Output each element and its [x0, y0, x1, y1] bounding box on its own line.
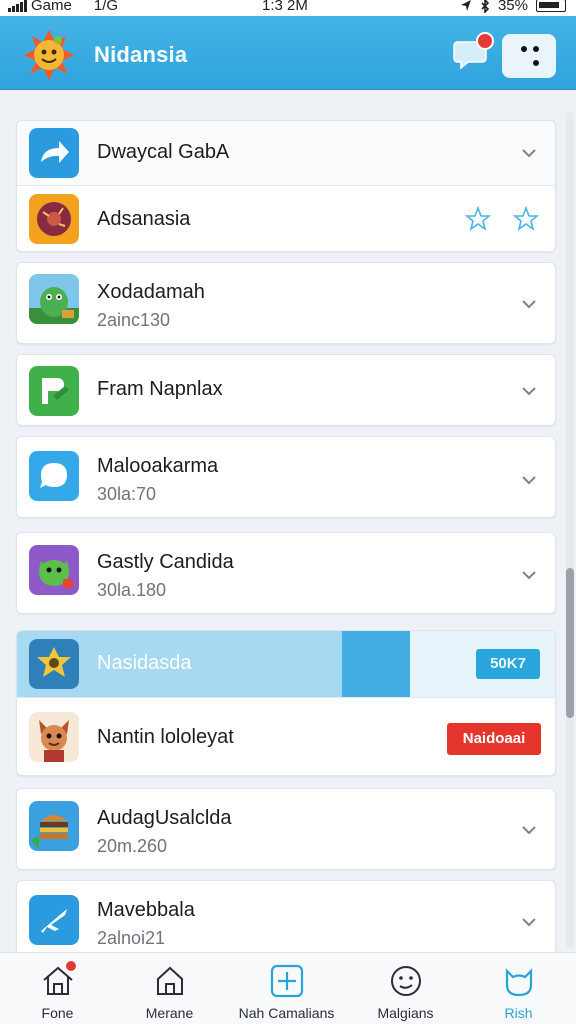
- bluetooth-icon: [481, 0, 490, 13]
- list-group: Fram Napnlax: [16, 354, 556, 426]
- status-time: 1:3 2M: [262, 0, 308, 14]
- list-item-subtitle: 20m.260: [97, 836, 168, 856]
- list-item-selected[interactable]: Nasidasda 50K7: [17, 631, 555, 697]
- chevron-down-icon[interactable]: [521, 917, 537, 927]
- cat-icon: [505, 968, 532, 997]
- scrollbar-track[interactable]: [566, 112, 574, 948]
- list-group: Xodadamah 2ainc130: [16, 262, 556, 344]
- chevron-down-icon[interactable]: [521, 825, 537, 835]
- list-item[interactable]: Adsanasia: [17, 185, 555, 251]
- battery-label: 35%: [497, 0, 528, 14]
- chevron-down-icon[interactable]: [521, 299, 537, 309]
- list-item-label: Gastly Candida: [97, 551, 234, 573]
- list-item[interactable]: Gastly Candida 30la.180: [17, 533, 555, 613]
- dots-icon: [521, 46, 539, 66]
- action-tag[interactable]: Naidoaai: [447, 723, 541, 755]
- list-item-label: Adsanasia: [97, 208, 191, 230]
- nav-item-rish[interactable]: Rish: [461, 953, 576, 1024]
- list-item-subtitle: 2alnoi21: [97, 928, 166, 948]
- list-group: AudagUsalclda 20m.260: [16, 788, 556, 870]
- battery-icon: [536, 0, 566, 12]
- list-item[interactable]: Malooakarma 30la:70: [17, 437, 555, 517]
- status-bar: Game 1/G 1:3 2M 35%: [0, 0, 576, 16]
- list-item[interactable]: Nantin lololeyat Naidoaai: [17, 697, 555, 775]
- app-logo-icon: [24, 30, 74, 80]
- face-icon: [390, 966, 421, 996]
- list-item-label: Xodadamah: [97, 281, 205, 303]
- robot-game-icon: [29, 639, 79, 689]
- house-outline-icon: [156, 966, 183, 995]
- list-item-subtitle: 30la.180: [97, 580, 167, 600]
- list-item-subtitle: 2ainc130: [97, 310, 171, 330]
- count-tag[interactable]: 50K7: [476, 649, 540, 679]
- star-icon[interactable]: [513, 206, 539, 232]
- tablet-plus-icon: [270, 964, 303, 998]
- nav-badge: [64, 959, 78, 973]
- nav-label: Nah Camalians: [238, 1005, 335, 1021]
- list-item-label: Mavebbala: [97, 899, 195, 921]
- nav-label: Rish: [504, 1005, 533, 1021]
- star-icon[interactable]: [465, 206, 491, 232]
- nav-label: Fone: [41, 1005, 74, 1021]
- app-title: Nidansia: [94, 42, 188, 67]
- list-item[interactable]: Xodadamah 2ainc130: [17, 263, 555, 343]
- chevron-down-icon[interactable]: [521, 148, 537, 158]
- carrier-label: Game: [31, 0, 72, 14]
- selection-highlight-accent: [342, 631, 410, 697]
- scrollbar-thumb[interactable]: [566, 568, 574, 718]
- list-item-label: Nantin lololeyat: [97, 726, 234, 748]
- more-button[interactable]: [502, 34, 556, 78]
- chevron-down-icon[interactable]: [521, 475, 537, 485]
- burger-game-icon: [29, 801, 79, 851]
- list-group: Malooakarma 30la:70: [16, 436, 556, 518]
- list-item[interactable]: Dwaycal GabA: [17, 121, 555, 185]
- donut-game-icon: [29, 194, 79, 244]
- chevron-down-icon[interactable]: [521, 570, 537, 580]
- list-group: Gastly Candida 30la.180: [16, 532, 556, 614]
- nav-item-camalians[interactable]: Nah Camalians: [229, 953, 344, 1024]
- dragon-game-icon: [29, 545, 79, 595]
- chat-bubble-icon: [29, 451, 79, 501]
- list-group: Dwaycal GabA Adsanasia: [16, 120, 556, 252]
- plane-app-icon: [29, 895, 79, 945]
- list-item-label: Dwaycal GabA: [97, 141, 230, 163]
- nav-label: Merane: [145, 1005, 194, 1021]
- list-group: Mavebbala 2alnoi21: [16, 880, 556, 956]
- nav-item-fone[interactable]: Fone: [0, 953, 115, 1024]
- list-item-label: AudagUsalclda: [97, 807, 232, 829]
- chevron-down-icon[interactable]: [521, 386, 537, 396]
- list-item[interactable]: Fram Napnlax: [17, 355, 555, 425]
- status-right: 35%: [460, 0, 566, 14]
- list-item-label: Nasidasda: [97, 652, 192, 674]
- fox-character-icon: [29, 712, 79, 762]
- location-icon: [460, 0, 471, 11]
- pen-app-icon: [29, 366, 79, 416]
- network-label: 1/G: [93, 0, 119, 14]
- list-item-label: Fram Napnlax: [97, 378, 223, 400]
- list-item[interactable]: Mavebbala 2alnoi21: [17, 881, 555, 955]
- bottom-nav: Fone Merane Nah Camalians Malgians Rish: [0, 952, 576, 1024]
- signal-icon: [8, 0, 27, 12]
- monster-game-icon: [29, 274, 79, 324]
- status-left: Game 1/G: [8, 0, 118, 14]
- app-header: Nidansia: [0, 16, 576, 90]
- list-item-label: Malooakarma: [97, 455, 219, 477]
- nav-item-malgians[interactable]: Malgians: [348, 953, 463, 1024]
- notification-badge: [476, 32, 494, 50]
- list-item[interactable]: AudagUsalclda 20m.260: [17, 789, 555, 869]
- list-item-subtitle: 30la:70: [97, 484, 157, 504]
- list-group: Nasidasda 50K7 Nantin lololeyat Naidoaai: [16, 630, 556, 776]
- share-arrow-icon: [29, 128, 79, 178]
- nav-label: Malgians: [377, 1005, 434, 1021]
- nav-item-merane[interactable]: Merane: [112, 953, 227, 1024]
